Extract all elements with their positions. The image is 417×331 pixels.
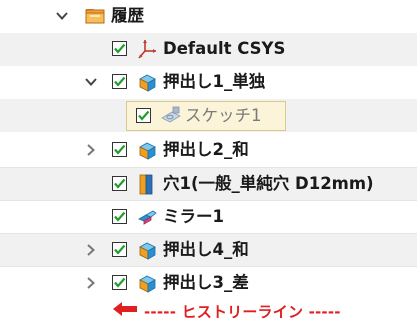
- hole-icon: [136, 173, 158, 195]
- chevron-right-icon[interactable]: [84, 242, 98, 258]
- visibility-checkbox[interactable]: [112, 142, 127, 157]
- arrow-left-icon[interactable]: [112, 301, 138, 321]
- tree-row-default-csys[interactable]: Default CSYS: [0, 33, 417, 66]
- chevron-right-icon[interactable]: [84, 275, 98, 291]
- visibility-checkbox[interactable]: [112, 41, 127, 56]
- chevron-down-icon[interactable]: [55, 8, 69, 24]
- tree-row-root[interactable]: 履歴: [0, 0, 417, 33]
- tree-item-label: Default CSYS: [163, 39, 286, 58]
- visibility-checkbox[interactable]: [112, 176, 127, 191]
- visibility-checkbox[interactable]: [112, 209, 127, 224]
- tree-item-label: スケッチ1: [185, 106, 262, 125]
- tree-item-label: 押出し1_単独: [163, 72, 266, 91]
- chevron-down-icon[interactable]: [84, 74, 98, 90]
- tree-row-hole-1[interactable]: 穴1(一般_単純穴 D12mm): [0, 167, 417, 201]
- tree-row-mirror-1[interactable]: ミラー1: [0, 200, 417, 234]
- feature-tree: 履歴 Default CSYS 押出し1_単独 スケッチ1 押出し2_和 穴1(…: [0, 0, 417, 331]
- csys-icon: [136, 38, 158, 60]
- tree-row-extrude-2[interactable]: 押出し2_和: [0, 134, 417, 167]
- extrude-icon: [136, 71, 158, 93]
- history-line[interactable]: ----- ヒストリーライン -----: [112, 300, 341, 322]
- folder-icon: [84, 5, 106, 27]
- extrude-icon: [136, 272, 158, 294]
- tree-item-label: 押出し2_和: [163, 140, 249, 159]
- extrude-icon: [136, 139, 158, 161]
- tree-item-label: 押出し4_和: [163, 240, 249, 259]
- tree-item-label: ミラー1: [163, 207, 224, 226]
- visibility-checkbox[interactable]: [112, 242, 127, 257]
- visibility-checkbox[interactable]: [112, 74, 127, 89]
- tree-item-label: 穴1(一般_単純穴 D12mm): [163, 174, 374, 193]
- sketch-icon: [160, 104, 182, 126]
- tree-row-extrude-4[interactable]: 押出し4_和: [0, 233, 417, 267]
- tree-row-extrude-3[interactable]: 押出し3_差: [0, 266, 417, 300]
- mirror-icon: [136, 206, 158, 228]
- tree-row-extrude-1[interactable]: 押出し1_単独: [0, 66, 417, 99]
- chevron-right-icon[interactable]: [84, 142, 98, 158]
- extrude-icon: [136, 239, 158, 261]
- tree-item-label: 押出し3_差: [163, 273, 249, 292]
- visibility-checkbox[interactable]: [136, 108, 151, 123]
- history-line-label: ----- ヒストリーライン -----: [144, 302, 341, 321]
- visibility-checkbox[interactable]: [112, 275, 127, 290]
- tree-root-label: 履歴: [111, 6, 144, 25]
